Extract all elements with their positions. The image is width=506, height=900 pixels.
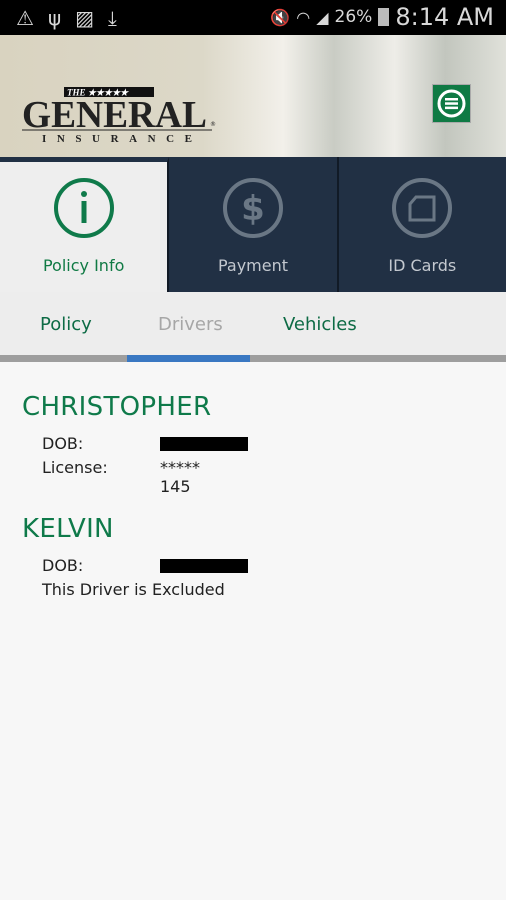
tab-payment[interactable]: $ Payment	[169, 157, 339, 292]
subtab-drivers[interactable]: Drivers	[158, 314, 223, 335]
svg-text:$: $	[241, 189, 265, 229]
app-header: THE ★★★★★ GENERAL ® INSURANCE	[0, 35, 506, 157]
status-bar: ⚠ ψ ▨ ⤓ 🔇 ◠ ◢ 26% 8:14 AM	[0, 0, 506, 35]
warning-icon: ⚠	[16, 6, 34, 30]
driver-name: KELVIN	[22, 514, 114, 544]
main-tabs: Policy Info $ Payment ID Cards	[0, 157, 506, 292]
svg-text:INSURANCE: INSURANCE	[42, 133, 192, 145]
tab-label: Payment	[217, 256, 289, 275]
info-icon	[53, 178, 114, 238]
signal-icon: ◢	[316, 7, 329, 27]
download-icon: ⤓	[108, 6, 117, 30]
wifi-icon: ◠	[296, 7, 311, 27]
subtab-vehicles[interactable]: Vehicles	[283, 314, 357, 335]
image-icon: ▨	[75, 6, 95, 30]
the-general-logo: THE ★★★★★ GENERAL ® INSURANCE	[22, 87, 216, 145]
dollar-icon: $	[222, 178, 283, 238]
usb-icon: ψ	[47, 6, 62, 30]
dob-label: DOB:	[42, 556, 84, 575]
subtab-policy[interactable]: Policy	[40, 314, 92, 335]
tab-label: ID Cards	[388, 256, 457, 275]
license-label: License:	[42, 458, 108, 477]
battery-charging-icon	[378, 8, 390, 26]
id-card-icon	[392, 178, 453, 238]
sub-tabs: Policy Drivers Vehicles	[0, 292, 506, 355]
svg-text:®: ®	[210, 121, 216, 128]
menu-button[interactable]	[432, 84, 471, 123]
license-value: ***** 145	[160, 458, 200, 496]
clock: 8:14 AM	[395, 3, 494, 31]
subtab-indicator-track	[0, 355, 506, 362]
mute-icon: 🔇	[270, 7, 291, 27]
tab-id-cards[interactable]: ID Cards	[339, 157, 506, 292]
driver-card: KELVIN DOB: This Driver is Excluded	[22, 514, 248, 604]
tab-label: Policy Info	[42, 256, 125, 275]
driver-name: CHRISTOPHER	[22, 392, 212, 422]
battery-percent: 26%	[334, 7, 373, 27]
menu-icon	[437, 89, 466, 118]
subtab-indicator	[127, 355, 250, 362]
dob-redacted	[160, 559, 248, 573]
tab-policy-info[interactable]: Policy Info	[0, 157, 170, 292]
driver-card: CHRISTOPHER DOB: License: ***** 145	[22, 392, 248, 496]
dob-label: DOB:	[42, 434, 84, 453]
dob-redacted	[160, 437, 248, 451]
excluded-note: This Driver is Excluded	[42, 580, 225, 599]
